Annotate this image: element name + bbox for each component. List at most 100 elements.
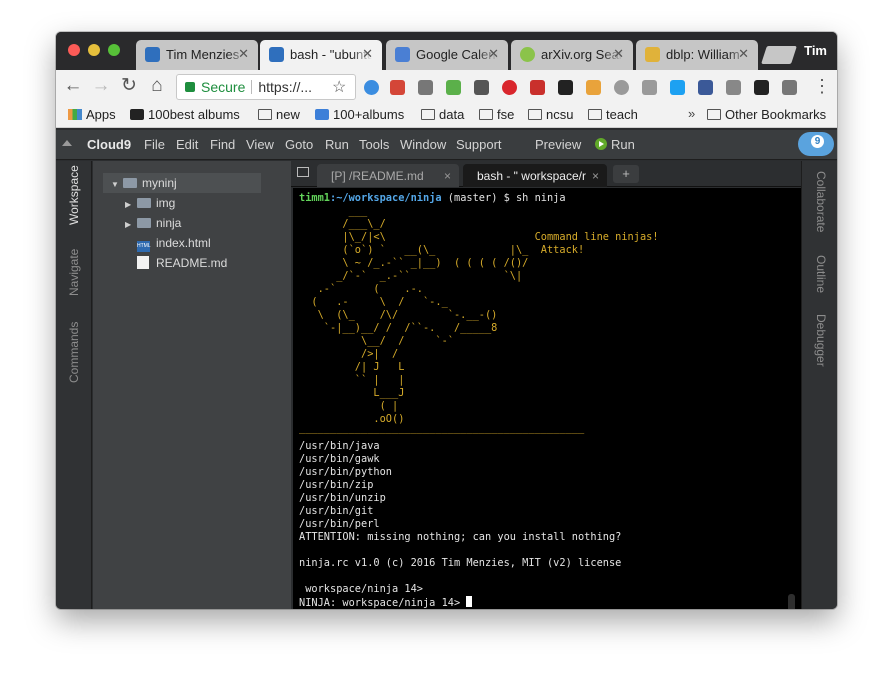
menu-tools[interactable]: Tools: [359, 137, 389, 152]
gmail-icon[interactable]: [390, 80, 405, 95]
cast-icon[interactable]: [782, 80, 797, 95]
editor-tab-bar: [P] /README.md × bash - " workspace/r × …: [291, 161, 801, 187]
tree-item-ninja[interactable]: ▶ ninja: [125, 213, 181, 233]
apps-grid-icon: [68, 109, 82, 120]
folder-icon: [588, 109, 602, 120]
bookmark-folder-new[interactable]: new: [258, 107, 300, 122]
ascii-art-line: .-` ( .-.: [299, 283, 423, 295]
ascii-art-line: /| J L: [299, 361, 405, 373]
close-tab-icon[interactable]: ✕: [738, 46, 749, 62]
extension-icon[interactable]: [474, 80, 489, 95]
menu-support[interactable]: Support: [456, 137, 502, 152]
browser-tab-dblp[interactable]: dblp: William ✕: [636, 40, 758, 70]
terminal-pane[interactable]: timm1:~/workspace/ninja (master) $ sh ni…: [293, 188, 801, 609]
bookmark-folder-fse[interactable]: fse: [479, 107, 514, 122]
chevron-right-icon[interactable]: ▶: [125, 220, 135, 229]
extension-icon[interactable]: [586, 80, 601, 95]
extension-icon[interactable]: [418, 80, 433, 95]
menu-window[interactable]: Window: [400, 137, 446, 152]
menu-edit[interactable]: Edit: [176, 137, 198, 152]
menu-kebab-icon[interactable]: ⋮: [813, 76, 831, 97]
address-bar[interactable]: Secure https://...: [176, 74, 356, 100]
browser-tab-bash[interactable]: bash - "ubuntu ✕: [260, 40, 382, 70]
collapse-menu-arrow-icon[interactable]: [62, 140, 72, 146]
bookmark-100best-albums[interactable]: 100best albums: [130, 107, 240, 122]
menu-file[interactable]: File: [144, 137, 165, 152]
bookmarks-overflow-chevron[interactable]: »: [688, 106, 695, 121]
extension-icon[interactable]: [446, 80, 461, 95]
tab-debugger[interactable]: Debugger: [814, 314, 828, 367]
new-tab-button[interactable]: [761, 46, 797, 64]
close-tab-icon[interactable]: ×: [444, 169, 451, 183]
close-tab-icon[interactable]: ×: [592, 169, 599, 183]
home-icon[interactable]: ⌂: [146, 75, 168, 97]
close-window-button[interactable]: [68, 44, 80, 56]
extension-icon[interactable]: [726, 80, 741, 95]
bookmark-folder-teach[interactable]: teach: [588, 107, 638, 122]
close-tab-icon[interactable]: ✕: [613, 46, 624, 62]
ascii-art-line: |\_/|<\ Command line ninjas!: [299, 231, 659, 243]
chevron-right-icon[interactable]: ▶: [125, 200, 135, 209]
browser-window: Tim Menzies ✕ bash - "ubuntu ✕ Google Ca…: [56, 32, 837, 609]
reload-icon[interactable]: ↻: [118, 75, 140, 97]
terminal-output-line: /usr/bin/unzip: [299, 492, 386, 504]
tab-navigate[interactable]: Navigate: [67, 249, 81, 296]
terminal-icon[interactable]: [297, 167, 309, 177]
menu-goto[interactable]: Goto: [285, 137, 313, 152]
minimize-window-button[interactable]: [88, 44, 100, 56]
menu-run[interactable]: Run: [325, 137, 349, 152]
bookmark-other-bookmarks[interactable]: Other Bookmarks: [707, 107, 826, 122]
preview-button[interactable]: Preview: [535, 137, 581, 152]
twitter-icon[interactable]: [670, 80, 685, 95]
tab-outline[interactable]: Outline: [814, 255, 828, 293]
skype-icon[interactable]: [614, 80, 629, 95]
add-tab-button[interactable]: +: [613, 165, 639, 183]
close-tab-icon[interactable]: ✕: [238, 46, 249, 62]
extension-icon[interactable]: [558, 80, 573, 95]
maximize-window-button[interactable]: [108, 44, 120, 56]
tab-commands[interactable]: Commands: [67, 322, 81, 383]
browser-tab-google-calendar[interactable]: Google Calendar ✕: [386, 40, 508, 70]
facebook-icon[interactable]: [698, 80, 713, 95]
ascii-art-line: L___J: [299, 387, 405, 399]
folder-icon: [528, 109, 542, 120]
tab-workspace[interactable]: Workspace: [67, 165, 81, 225]
run-button[interactable]: Run: [595, 137, 635, 152]
bookmark-star-icon[interactable]: ☆: [332, 77, 346, 97]
tree-item-readme[interactable]: README.md: [135, 253, 227, 273]
back-arrow-icon[interactable]: ←: [62, 75, 84, 97]
bookmark-apps[interactable]: Apps: [68, 107, 116, 122]
cloud9-brand-menu[interactable]: Cloud9: [87, 137, 131, 152]
bookmark-100-albums[interactable]: 100+albums: [315, 107, 404, 122]
adblock-icon[interactable]: [502, 80, 517, 95]
profile-name[interactable]: Tim: [804, 43, 827, 58]
menu-find[interactable]: Find: [210, 137, 235, 152]
menu-view[interactable]: View: [246, 137, 274, 152]
cloud9-icon: [145, 47, 160, 62]
checkbox-icon: [315, 109, 329, 120]
editor-tab-bash[interactable]: bash - " workspace/r ×: [463, 164, 607, 187]
browser-tab-arxiv[interactable]: arXiv.org Search ✕: [511, 40, 633, 70]
editor-tab-readme[interactable]: [P] /README.md ×: [317, 164, 459, 187]
extension-icon[interactable]: [364, 80, 379, 95]
cloud9-logo-icon[interactable]: 9: [798, 132, 834, 156]
close-tab-icon[interactable]: ✕: [362, 46, 373, 62]
folder-icon: [421, 109, 435, 120]
lastpass-icon[interactable]: [530, 80, 545, 95]
tab-collaborate[interactable]: Collaborate: [814, 171, 828, 232]
workspace-file-tree: ⚙ ▼myninj ▶img ▶ninja HTMLindex.html REA…: [93, 161, 314, 609]
bookmark-folder-data[interactable]: data: [421, 107, 464, 122]
tree-item-img[interactable]: ▶ img: [125, 193, 175, 213]
bookmark-folder-ncsu[interactable]: ncsu: [528, 107, 573, 122]
extension-icon[interactable]: [642, 80, 657, 95]
folder-icon: [137, 218, 151, 228]
terminal-cursor: [466, 596, 473, 607]
terminal-scrollbar[interactable]: [788, 594, 795, 609]
close-tab-icon[interactable]: ✕: [488, 46, 499, 62]
tree-item-index-html[interactable]: HTML index.html: [135, 233, 211, 253]
tree-item-myninj[interactable]: ▼ myninj: [103, 173, 261, 193]
chevron-down-icon[interactable]: ▼: [111, 180, 121, 189]
forward-arrow-icon[interactable]: →: [90, 75, 112, 97]
extension-icon[interactable]: [754, 80, 769, 95]
browser-tab-tim-menzies[interactable]: Tim Menzies ✕: [136, 40, 258, 70]
